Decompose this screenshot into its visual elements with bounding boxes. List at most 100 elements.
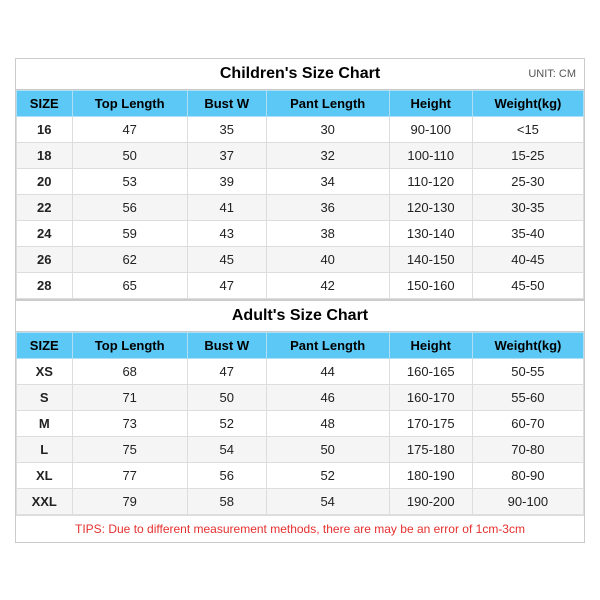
table-cell: 44 (266, 358, 389, 384)
table-cell: 79 (72, 488, 187, 514)
adult-header-row: SIZETop LengthBust WPant LengthHeightWei… (17, 332, 584, 358)
table-row: S715046160-17055-60 (17, 384, 584, 410)
table-cell: 59 (72, 220, 187, 246)
table-cell: 36 (266, 194, 389, 220)
table-cell: 35-40 (472, 220, 583, 246)
table-cell: 24 (17, 220, 73, 246)
table-cell: 56 (187, 462, 266, 488)
table-cell: 40 (266, 246, 389, 272)
adult-title: Adult's Size Chart (232, 307, 368, 324)
table-cell: 52 (187, 410, 266, 436)
table-cell: 110-120 (389, 168, 472, 194)
table-cell: 26 (17, 246, 73, 272)
table-row: 20533934110-12025-30 (17, 168, 584, 194)
table-cell: L (17, 436, 73, 462)
table-row: 18503732100-11015-25 (17, 142, 584, 168)
table-cell: 80-90 (472, 462, 583, 488)
tips-text: TIPS: Due to different measurement metho… (16, 515, 584, 542)
table-cell: 15-25 (472, 142, 583, 168)
adult-tbody: XS684744160-16550-55S715046160-17055-60M… (17, 358, 584, 514)
table-cell: 53 (72, 168, 187, 194)
table-cell: 39 (187, 168, 266, 194)
table-cell: 45 (187, 246, 266, 272)
adult-table: SIZETop LengthBust WPant LengthHeightWei… (16, 332, 584, 515)
table-cell: 50 (266, 436, 389, 462)
table-cell: 175-180 (389, 436, 472, 462)
table-row: XXL795854190-20090-100 (17, 488, 584, 514)
table-cell: 100-110 (389, 142, 472, 168)
table-cell: 18 (17, 142, 73, 168)
table-cell: 30-35 (472, 194, 583, 220)
table-cell: 45-50 (472, 272, 583, 298)
table-cell: 30 (266, 116, 389, 142)
table-cell: 50 (72, 142, 187, 168)
table-cell: 70-80 (472, 436, 583, 462)
table-cell: 58 (187, 488, 266, 514)
table-cell: 35 (187, 116, 266, 142)
size-chart: Children's Size Chart UNIT: CM SIZETop L… (15, 58, 585, 543)
table-cell: M (17, 410, 73, 436)
table-cell: 38 (266, 220, 389, 246)
table-row: XL775652180-19080-90 (17, 462, 584, 488)
table-cell: S (17, 384, 73, 410)
table-cell: 20 (17, 168, 73, 194)
table-row: XS684744160-16550-55 (17, 358, 584, 384)
children-header-cell: Top Length (72, 90, 187, 116)
adult-header-cell: Weight(kg) (472, 332, 583, 358)
children-tbody: 1647353090-100<1518503732100-11015-25205… (17, 116, 584, 298)
table-cell: 150-160 (389, 272, 472, 298)
table-cell: 48 (266, 410, 389, 436)
children-header-cell: Pant Length (266, 90, 389, 116)
table-cell: 130-140 (389, 220, 472, 246)
table-cell: 170-175 (389, 410, 472, 436)
table-row: L755450175-18070-80 (17, 436, 584, 462)
table-cell: 25-30 (472, 168, 583, 194)
table-cell: 160-165 (389, 358, 472, 384)
table-cell: 54 (187, 436, 266, 462)
table-cell: 16 (17, 116, 73, 142)
adult-header-cell: SIZE (17, 332, 73, 358)
table-cell: 34 (266, 168, 389, 194)
children-section-header: Children's Size Chart UNIT: CM (16, 59, 584, 90)
table-cell: 41 (187, 194, 266, 220)
table-cell: 73 (72, 410, 187, 436)
table-cell: 60-70 (472, 410, 583, 436)
table-cell: 77 (72, 462, 187, 488)
table-row: M735248170-17560-70 (17, 410, 584, 436)
table-cell: XL (17, 462, 73, 488)
table-cell: 46 (266, 384, 389, 410)
children-header-cell: Bust W (187, 90, 266, 116)
table-cell: 52 (266, 462, 389, 488)
adult-section-header: Adult's Size Chart (16, 299, 584, 332)
table-cell: 65 (72, 272, 187, 298)
table-row: 26624540140-15040-45 (17, 246, 584, 272)
table-cell: 140-150 (389, 246, 472, 272)
table-cell: 40-45 (472, 246, 583, 272)
unit-label: UNIT: CM (528, 68, 576, 80)
table-cell: 22 (17, 194, 73, 220)
children-header-cell: Weight(kg) (472, 90, 583, 116)
adult-thead: SIZETop LengthBust WPant LengthHeightWei… (17, 332, 584, 358)
table-cell: 90-100 (389, 116, 472, 142)
table-cell: XXL (17, 488, 73, 514)
table-cell: 90-100 (472, 488, 583, 514)
children-header-cell: Height (389, 90, 472, 116)
table-cell: 32 (266, 142, 389, 168)
table-cell: 47 (187, 358, 266, 384)
table-cell: 47 (72, 116, 187, 142)
table-row: 22564136120-13030-35 (17, 194, 584, 220)
table-cell: 180-190 (389, 462, 472, 488)
table-cell: 50-55 (472, 358, 583, 384)
table-cell: 47 (187, 272, 266, 298)
table-cell: 68 (72, 358, 187, 384)
table-cell: 28 (17, 272, 73, 298)
table-cell: XS (17, 358, 73, 384)
table-cell: 42 (266, 272, 389, 298)
table-cell: 55-60 (472, 384, 583, 410)
table-cell: <15 (472, 116, 583, 142)
table-row: 28654742150-16045-50 (17, 272, 584, 298)
table-cell: 120-130 (389, 194, 472, 220)
table-cell: 43 (187, 220, 266, 246)
table-cell: 190-200 (389, 488, 472, 514)
children-header-row: SIZETop LengthBust WPant LengthHeightWei… (17, 90, 584, 116)
